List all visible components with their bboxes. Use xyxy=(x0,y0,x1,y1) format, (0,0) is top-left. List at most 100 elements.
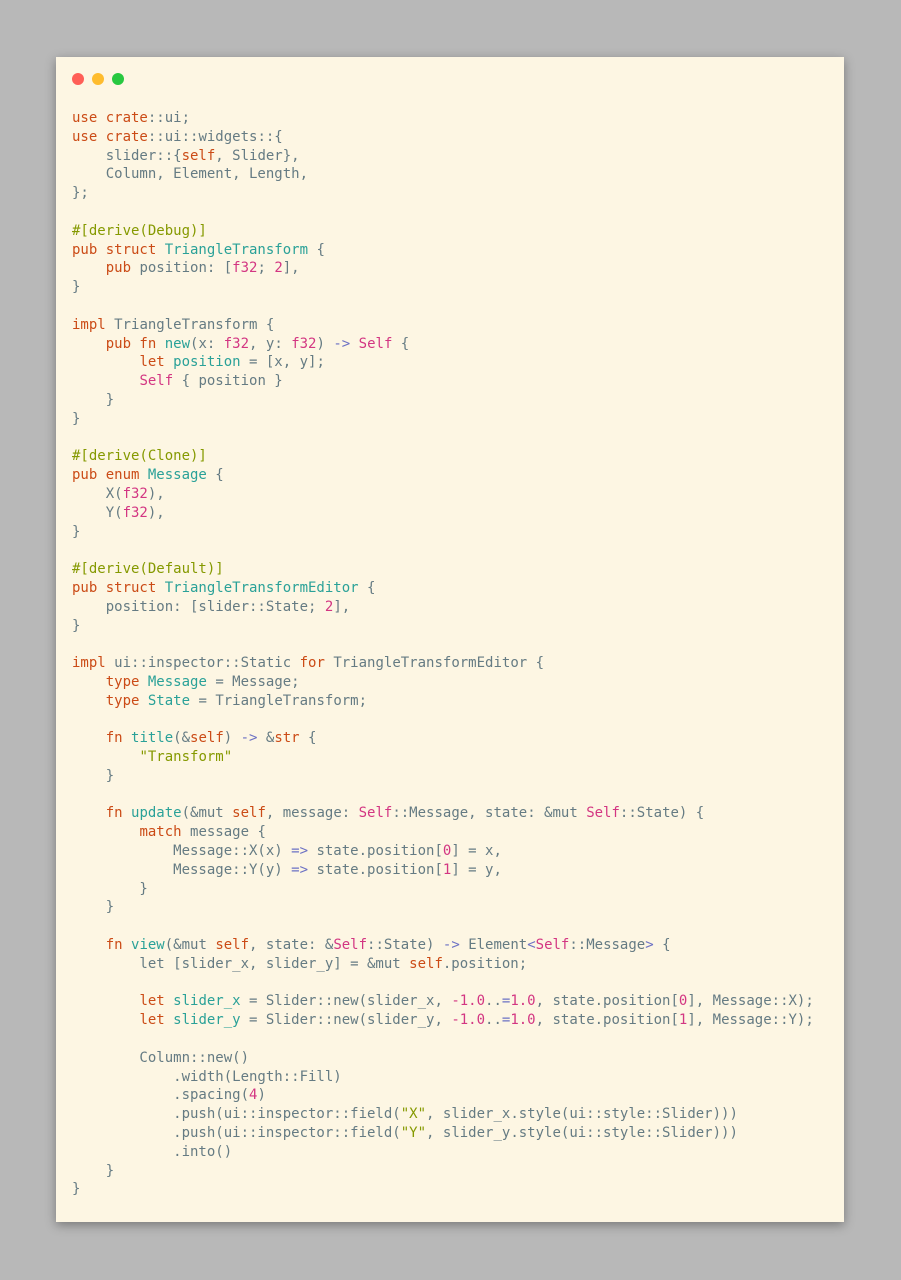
code-line: impl TriangleTransform { xyxy=(72,316,814,335)
code-token: impl xyxy=(72,655,115,672)
code-line: pub struct TriangleTransformEditor { xyxy=(72,579,814,598)
code-token: Self xyxy=(139,373,174,390)
code-token: { xyxy=(206,467,224,484)
code-line: }; xyxy=(72,184,814,203)
code-token: for xyxy=(299,655,334,672)
code-token: Element xyxy=(459,937,528,954)
code-token: { xyxy=(308,241,325,258)
code-token: { xyxy=(358,579,376,596)
code-token: Message::X(x) xyxy=(72,843,292,860)
code-token: ], xyxy=(282,260,300,277)
code-line: fn title(&self) -> &str { xyxy=(72,729,814,748)
code-line: X(f32), xyxy=(72,485,814,504)
code-token: -> xyxy=(240,730,258,747)
code-token: let [slider_x, slider_y] = &mut xyxy=(72,955,410,972)
code-token: (&mut xyxy=(181,805,233,822)
code-token: update xyxy=(131,805,182,822)
code-token: ) xyxy=(223,730,241,747)
code-token: Self xyxy=(358,805,393,822)
code-line: use crate::ui::widgets::{ xyxy=(72,128,814,147)
code-token: { xyxy=(392,335,410,352)
code-token: = Slider::new(slider_x, xyxy=(240,993,452,1010)
code-token: .into() xyxy=(72,1143,233,1160)
code-token: f32 xyxy=(122,485,148,502)
code-token: ), xyxy=(147,485,165,502)
code-token: ::State) { xyxy=(619,805,705,822)
code-token: = [x, y]; xyxy=(240,354,325,371)
code-token: type xyxy=(105,673,148,690)
code-token: ), xyxy=(147,504,165,521)
code-token: TriangleTransformEditor { xyxy=(333,655,545,672)
code-line: Self { position } xyxy=(72,372,814,391)
code-line: } xyxy=(72,880,814,899)
code-token: "Y" xyxy=(400,1125,427,1142)
code-token: ; xyxy=(257,260,275,277)
maximize-button[interactable] xyxy=(112,73,124,85)
code-line: Y(f32), xyxy=(72,504,814,523)
code-token: use xyxy=(72,110,106,126)
code-token: 1.0 xyxy=(510,993,536,1010)
code-token: match xyxy=(139,824,191,841)
minimize-button[interactable] xyxy=(92,73,104,85)
code-token: self xyxy=(232,805,266,822)
code-token: self xyxy=(215,937,250,954)
code-token: > xyxy=(645,937,654,954)
code-token: pub fn xyxy=(105,335,165,352)
code-token: .position; xyxy=(442,955,528,972)
code-token: let xyxy=(139,993,174,1010)
code-token: .push(ui::inspector::field( xyxy=(72,1125,401,1142)
code-token: position xyxy=(173,354,241,371)
code-token: title xyxy=(131,730,174,747)
code-token: slider_y xyxy=(173,1012,241,1029)
code-token: , slider_y.style(ui::style::Slider))) xyxy=(426,1125,738,1142)
code-token: f32 xyxy=(232,260,258,277)
code-token: = TriangleTransform; xyxy=(190,692,368,709)
code-token: Self xyxy=(358,335,393,352)
code-token: fn xyxy=(105,805,132,822)
code-token: .spacing( xyxy=(72,1087,250,1104)
code-token: } xyxy=(72,391,115,408)
code-token: Column::new() xyxy=(72,1049,250,1066)
code-line: } xyxy=(72,767,814,786)
code-token: , state: & xyxy=(249,937,334,954)
code-token: } xyxy=(72,410,81,427)
code-token: = Message; xyxy=(206,673,300,690)
code-line: } xyxy=(72,617,814,636)
code-line: pub struct TriangleTransform { xyxy=(72,241,814,260)
code-line: } xyxy=(72,391,814,410)
code-line: Column::new() xyxy=(72,1049,814,1068)
code-token: ], xyxy=(333,598,351,615)
code-token: position: [slider::State; xyxy=(72,598,325,615)
code-token: ], Message::Y); xyxy=(687,1012,814,1029)
code-token: Column, Element, Length, xyxy=(72,166,309,183)
code-token: , state.position[ xyxy=(535,1012,679,1029)
code-token: ui::inspector::Static xyxy=(114,655,300,672)
code-token: Y( xyxy=(72,504,123,521)
code-token: crate xyxy=(105,110,148,126)
code-line: impl ui::inspector::Static for TriangleT… xyxy=(72,654,814,673)
code-token: type xyxy=(105,692,148,709)
close-button[interactable] xyxy=(72,73,84,85)
code-line: position: [slider::State; 2], xyxy=(72,598,814,617)
code-line: Column, Element, Length, xyxy=(72,165,814,184)
code-token: ], Message::X); xyxy=(687,993,814,1010)
code-token: pub xyxy=(105,260,140,277)
code-token: }; xyxy=(72,185,89,202)
code-token: -> xyxy=(442,937,460,954)
code-token: Self xyxy=(333,937,368,954)
code-token: slider_x xyxy=(173,993,241,1010)
code-token: ::ui; xyxy=(147,110,191,126)
code-line: #[derive(Clone)] xyxy=(72,447,814,466)
code-token: f32 xyxy=(223,335,250,352)
